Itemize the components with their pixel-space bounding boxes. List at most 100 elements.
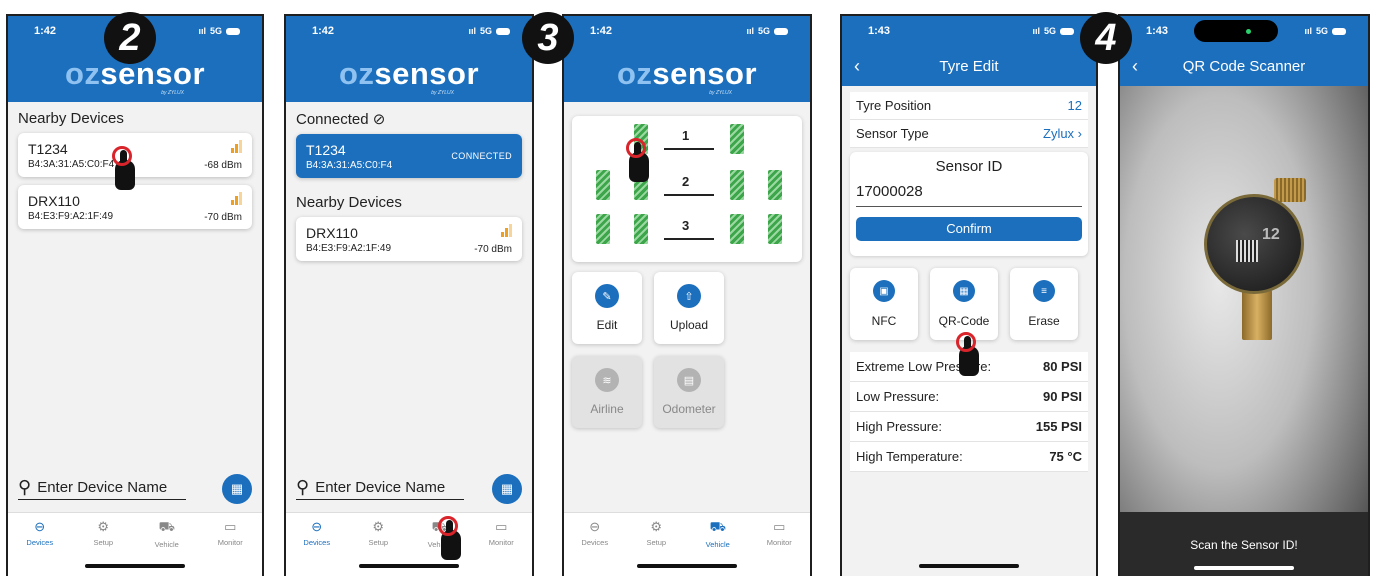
device-mac: B4:3A:31:A5:C0:F4 — [28, 158, 115, 170]
odometer-button[interactable]: ▤ Odometer — [654, 356, 724, 428]
gear-icon: ⚙ — [650, 519, 663, 534]
tab-monitor[interactable]: ▭ Monitor — [471, 519, 533, 576]
tap-indicator — [438, 516, 468, 564]
status-bar: 1:43 ııl 5G — [1120, 16, 1368, 46]
tab-bar: ⊖ Devices ⚙ Setup ⛟ Vehicle ▭ Monitor — [564, 512, 810, 576]
scan-hint-bar: Scan the Sensor ID! — [1120, 512, 1368, 576]
connected-heading: Connected ⊘ — [296, 111, 386, 128]
link-icon: ⊖ — [311, 519, 323, 534]
battery-icon — [226, 27, 240, 35]
connected-device-card[interactable]: T1234 B4:3A:31:A5:C0:F4 CONNECTED — [296, 134, 522, 178]
device-rssi: -70 dBm — [204, 211, 242, 223]
device-rssi: -68 dBm — [204, 159, 242, 171]
connected-badge: CONNECTED — [451, 151, 512, 161]
tab-devices[interactable]: ⊖ Devices — [564, 519, 626, 576]
nfc-icon: ▣ — [873, 280, 895, 302]
tyre-icon[interactable] — [768, 170, 782, 200]
erase-icon: ≡ — [1033, 280, 1055, 302]
tap-indicator — [956, 332, 986, 380]
device-search-input[interactable]: ⚲ Enter Device Name — [18, 478, 186, 500]
sensor-id-input[interactable]: 17000028 — [856, 175, 1082, 207]
pencil-icon: ✎ — [595, 284, 619, 308]
phone-tyre-edit-screen: 1:43 ııl 5G ‹ Tyre Edit Tyre Position 12 Se… — [840, 14, 1098, 576]
tab-monitor[interactable]: ▭ Monitor — [199, 519, 263, 576]
tyre-icon[interactable] — [634, 214, 648, 244]
back-chevron-icon[interactable]: ‹ — [854, 56, 860, 77]
monitor-icon: ▭ — [224, 519, 237, 534]
qr-code-icon: ▦ — [953, 280, 975, 302]
airline-button[interactable]: ≋ Airline — [572, 356, 642, 428]
tab-devices[interactable]: ⊖ Devices — [8, 519, 72, 576]
erase-button[interactable]: ≡ Erase — [1010, 268, 1078, 340]
signal-strength-icon — [231, 139, 242, 153]
edit-button[interactable]: ✎ Edit — [572, 272, 642, 344]
back-chevron-icon[interactable]: ‹ — [1132, 56, 1138, 77]
upload-icon: ⇧ — [677, 284, 701, 308]
camera-viewfinder[interactable]: 12 Scan the Sensor ID! — [1120, 86, 1368, 576]
pressure-row: High Temperature: 75 °C — [850, 442, 1088, 472]
odometer-icon: ▤ — [677, 368, 701, 392]
device-name: DRX110 — [28, 192, 80, 209]
device-card-drx110[interactable]: DRX110 B4:E3:F9:A2:1F:49 -70 dBm — [296, 217, 522, 261]
step-badge-2: 2 — [104, 12, 156, 64]
status-bar: 1:42 ııl 5G — [286, 16, 532, 46]
sensor-id-label: Sensor ID — [935, 158, 1003, 175]
signal-strength-icon — [231, 191, 242, 205]
wind-icon: ≋ — [595, 368, 619, 392]
tab-bar: ⊖ Devices ⚙ Setup ⛟ Vehicle ▭ Monitor — [286, 512, 532, 576]
tab-monitor[interactable]: ▭ Monitor — [749, 519, 811, 576]
monitor-icon: ▭ — [773, 519, 786, 534]
phone-qr-scanner-screen: 1:43 ııl 5G ‹ QR Code Scanner 12 Scan the … — [1118, 14, 1370, 576]
phone-devices-screen: 1:42 ııl 5G ozsensor by ZYLUX Nearby Devic… — [6, 14, 264, 576]
qr-scan-button[interactable]: ▦ — [222, 474, 252, 504]
data-matrix-code — [1236, 240, 1258, 262]
tyre-position-value: 12 — [1067, 98, 1082, 113]
device-search-input[interactable]: ⚲ Enter Device Name — [296, 478, 464, 500]
tutorial-strip: 1:42 ııl 5G ozsensor by ZYLUX Nearby Devic… — [0, 0, 1376, 576]
screen-title: Tyre Edit — [939, 57, 999, 75]
pressure-row: Low Pressure: 90 PSI — [850, 382, 1088, 412]
sensor-type-row[interactable]: Sensor Type Zylux › — [850, 120, 1088, 148]
home-indicator — [1194, 566, 1294, 570]
tyre-icon[interactable] — [596, 214, 610, 244]
logo-byline: by ZYLUX — [161, 90, 184, 96]
nfc-button[interactable]: ▣ NFC — [850, 268, 918, 340]
step-badge-4: 4 — [1080, 12, 1132, 64]
tyre-icon[interactable] — [596, 170, 610, 200]
home-indicator — [359, 564, 459, 568]
battery-icon — [774, 27, 788, 35]
tab-devices[interactable]: ⊖ Devices — [286, 519, 348, 576]
step-badge-3: 3 — [522, 12, 574, 64]
nav-bar: ‹ QR Code Scanner — [1120, 46, 1368, 86]
scan-hint: Scan the Sensor ID! — [1190, 538, 1298, 552]
sensor-type-value: Zylux › — [1043, 126, 1082, 141]
tyre-icon[interactable] — [730, 170, 744, 200]
tyre-icon[interactable] — [730, 214, 744, 244]
monitor-icon: ▭ — [495, 519, 508, 534]
battery-icon — [1332, 27, 1346, 35]
axle-number: 2 — [682, 174, 690, 189]
status-bar: 1:42 ııl 5G — [564, 16, 810, 46]
link-icon: ⊖ — [589, 519, 601, 534]
search-icon: ⚲ — [296, 477, 310, 497]
qr-code-button[interactable]: ▦ QR-Code — [930, 268, 998, 340]
battery-icon — [496, 27, 510, 35]
brand-header: ozsensor by ZYLUX — [286, 46, 532, 102]
tap-indicator — [626, 138, 656, 186]
phone-vehicle-screen: 1:42 ııl 5G ozsensor by ZYLUX 1 2 3 ✎ Edit … — [562, 14, 812, 576]
tyre-icon[interactable] — [768, 214, 782, 244]
gear-icon: ⚙ — [97, 519, 110, 534]
tap-indicator — [112, 146, 142, 194]
ozsensor-logo: ozsensor — [338, 56, 480, 91]
tyre-icon[interactable] — [730, 124, 744, 154]
home-indicator — [919, 564, 1019, 568]
upload-button[interactable]: ⇧ Upload — [654, 272, 724, 344]
dynamic-island — [1194, 20, 1279, 42]
axle-number: 1 — [682, 128, 690, 143]
status-bar: 1:43 ııl 5G — [842, 16, 1096, 46]
confirm-button[interactable]: Confirm — [856, 217, 1082, 241]
truck-icon: ⛟ — [709, 519, 726, 534]
brand-header: ozsensor by ZYLUX — [564, 46, 810, 102]
device-mac: B4:E3:F9:A2:1F:49 — [28, 210, 114, 222]
qr-scan-button[interactable]: ▦ — [492, 474, 522, 504]
